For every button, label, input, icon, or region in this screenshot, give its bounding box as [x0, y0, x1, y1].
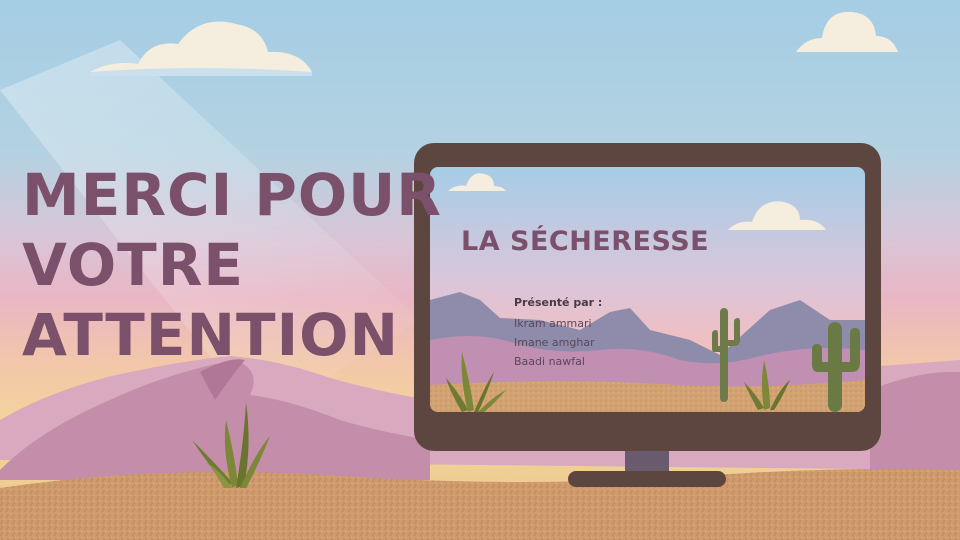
presenter-name: Ikram ammari: [514, 317, 592, 330]
presenters-label: Présenté par :: [514, 296, 603, 309]
closing-headline: MERCI POUR VOTRE ATTENTION: [22, 160, 442, 370]
headline-line-1: MERCI POUR: [22, 161, 442, 229]
headline-line-3: ATTENTION: [22, 301, 399, 369]
presenter-name: Baadi nawfal: [514, 355, 585, 368]
screen-slide-title: LA SÉCHERESSE: [461, 226, 710, 257]
monitor-screen: [430, 167, 865, 412]
presenters-block: Présenté par : Ikram ammari Imane amghar…: [514, 296, 602, 371]
presenter-name: Imane amghar: [514, 336, 595, 349]
headline-line-2: VOTRE: [22, 231, 245, 299]
